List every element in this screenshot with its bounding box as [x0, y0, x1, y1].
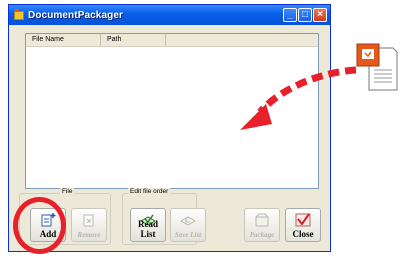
save-list-icon	[180, 216, 196, 226]
package-button-label: Package	[249, 231, 275, 239]
package-icon	[255, 213, 269, 227]
save-list-button[interactable]: Save List	[170, 208, 206, 242]
close-icon: ×	[317, 9, 323, 20]
add-button-highlight	[13, 197, 66, 254]
minimize-button[interactable]: _	[283, 8, 297, 22]
close-button-label: Close	[292, 229, 314, 239]
app-icon	[13, 9, 25, 21]
remove-file-icon	[83, 214, 94, 227]
remove-button-label: Remove	[77, 231, 101, 239]
title-bar[interactable]: DocumentPackager _ □ ×	[9, 5, 330, 25]
read-list-button[interactable]: Read List	[130, 208, 166, 242]
column-path[interactable]: Path	[101, 34, 166, 46]
close-window-button[interactable]: ×	[313, 8, 327, 22]
maximize-button[interactable]: □	[298, 8, 312, 22]
maximize-icon: □	[301, 9, 309, 20]
remove-button[interactable]: Remove	[71, 208, 107, 242]
edit-file-order-label: Edit file order	[128, 188, 171, 195]
window-title: DocumentPackager	[28, 9, 123, 21]
list-header: File Name Path	[26, 34, 318, 47]
add-file-group-label: File	[60, 188, 75, 195]
close-button[interactable]: Close	[285, 208, 321, 242]
minimize-icon: _	[287, 9, 293, 20]
read-list-button-label: Read List	[138, 219, 158, 239]
presentation-file-icon	[356, 43, 398, 91]
save-list-button-label: Save List	[174, 231, 202, 239]
curved-dashed-arrow-icon	[240, 66, 357, 130]
column-file-name[interactable]: File Name	[26, 34, 101, 46]
checkmark-icon	[295, 213, 311, 227]
package-button[interactable]: Package	[244, 208, 280, 242]
caption-buttons: _ □ ×	[283, 8, 327, 22]
